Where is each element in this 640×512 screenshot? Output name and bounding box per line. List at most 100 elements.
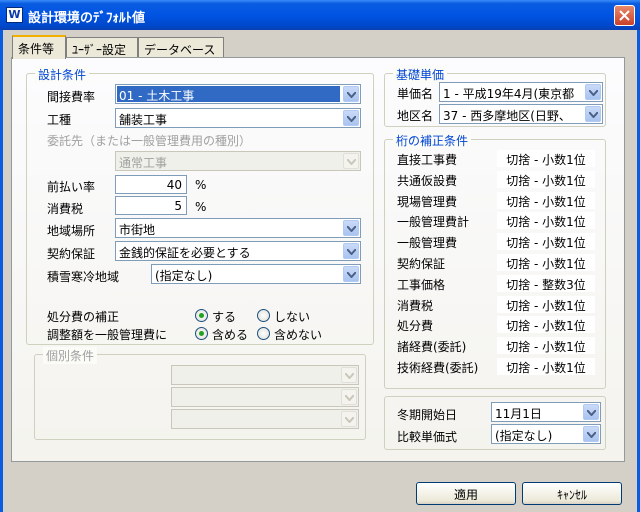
unit-price-value: 1 - 平成19年4月(東京都: [443, 87, 575, 101]
rounding-row-value[interactable]: 切捨 - 小数1位: [497, 150, 595, 167]
cancel-button[interactable]: ｷｬﾝｾﾙ: [522, 482, 622, 505]
rounding-row-value[interactable]: 切捨 - 小数1位: [497, 233, 595, 251]
adjustment-yes-label[interactable]: 含める: [212, 326, 248, 343]
snow-cold-label: 積雪寒冷地域: [47, 270, 120, 284]
dropdown-arrow-icon[interactable]: [585, 106, 601, 122]
rounding-row-value[interactable]: 切捨 - 小数1位: [497, 254, 595, 271]
apply-button[interactable]: 適用: [416, 482, 516, 505]
district-label: 地区名: [397, 109, 434, 123]
rounding-row-label: 現場管理費: [397, 194, 458, 209]
dropdown-arrow-icon[interactable]: [343, 153, 359, 169]
consignment-label: 委託先（または一般管理費用の種別）: [47, 134, 252, 148]
dropdown-arrow-icon[interactable]: [585, 84, 601, 100]
adjustment-no-label[interactable]: 含めない: [274, 326, 322, 343]
dropdown-arrow-icon[interactable]: [583, 404, 599, 420]
district-value: 37 - 西多摩地区(日野、: [443, 109, 571, 123]
rounding-row-label: 共通仮設費: [397, 173, 458, 188]
tab-conditions[interactable]: 条件等: [12, 35, 66, 59]
snow-cold-select[interactable]: (指定なし): [151, 264, 361, 284]
disposal-label: 処分費の補正: [47, 310, 120, 324]
rounding-row-label: 諸経費(委託): [397, 340, 467, 355]
dropdown-arrow-icon[interactable]: [343, 266, 359, 282]
individual-select-3[interactable]: [171, 409, 359, 429]
base-price-legend: 基礎単価: [393, 66, 448, 83]
rounding-row-label: 消費税: [397, 298, 434, 313]
tab-panel: 設計条件 間接費率 01 - 土木工事 工種 舗装工事 委託先（または一般管理費…: [11, 57, 625, 462]
work-type-select[interactable]: 舗装工事: [115, 108, 361, 128]
individual-select-2[interactable]: [171, 387, 359, 407]
window-frame-left: [0, 30, 3, 512]
rounding-legend: 桁の補正条件: [393, 132, 472, 149]
rounding-row-value[interactable]: 切捨 - 小数1位: [497, 212, 595, 230]
rounding-row-value[interactable]: 切捨 - 小数1位: [497, 295, 595, 313]
consumption-tax-input[interactable]: 5: [115, 196, 187, 215]
consignment-select[interactable]: 通常工事: [115, 151, 361, 171]
compare-value: (指定なし): [495, 429, 553, 443]
rounding-row-label: 一般管理費計: [397, 215, 470, 230]
guarantee-select[interactable]: 金銭的保証を必要とする: [115, 241, 361, 261]
rounding-row-label: 技術経費(委託): [397, 361, 479, 375]
advance-rate-label: 前払い率: [47, 180, 96, 194]
dropdown-arrow-icon[interactable]: [343, 220, 359, 236]
design-conditions-group: 設計条件 間接費率 01 - 土木工事 工種 舗装工事 委託先（または一般管理費…: [26, 66, 374, 345]
rounding-row-value[interactable]: 切捨 - 小数1位: [497, 316, 595, 334]
consignment-value: 通常工事: [119, 156, 168, 170]
rounding-row-label: 工事価格: [397, 277, 446, 292]
individual-conditions-group: 個別条件: [34, 347, 366, 440]
disposal-no-label[interactable]: しない: [274, 308, 310, 325]
snow-cold-value: (指定なし): [155, 269, 213, 283]
tab-database[interactable]: データベース: [138, 37, 224, 58]
advance-rate-unit: %: [195, 178, 207, 192]
dropdown-arrow-icon[interactable]: [343, 86, 359, 102]
unit-price-select[interactable]: 1 - 平成19年4月(東京都: [439, 82, 603, 102]
rounding-row-value[interactable]: 切捨 - 小数1位: [497, 191, 595, 209]
winter-start-select[interactable]: 11月1日: [491, 402, 601, 422]
title-bar[interactable]: W 設計環境のﾃﾞﾌｫﾙﾄ値: [0, 0, 640, 30]
dropdown-arrow-icon[interactable]: [341, 367, 357, 383]
compare-select[interactable]: (指定なし): [491, 424, 601, 444]
unit-price-label: 単価名: [397, 87, 434, 101]
work-type-label: 工種: [47, 113, 72, 127]
dropdown-arrow-icon[interactable]: [341, 389, 357, 405]
close-icon: [619, 10, 630, 21]
rounding-row-label: 処分費: [397, 319, 434, 334]
region-select[interactable]: 市街地: [115, 218, 361, 238]
rounding-row-label: 一般管理費: [397, 236, 458, 251]
guarantee-label: 契約保証: [47, 247, 96, 261]
disposal-yes-radio[interactable]: [195, 309, 208, 322]
indirect-rate-value: 01 - 土木工事: [117, 86, 340, 102]
app-icon: W: [6, 7, 23, 23]
base-price-group: 基礎単価 単価名 1 - 平成19年4月(東京都 地区名 37 - 西多摩地区(…: [384, 66, 606, 127]
tab-user-settings[interactable]: ﾕｰｻﾞｰ設定: [66, 37, 138, 58]
advance-rate-input[interactable]: 40: [115, 175, 187, 194]
close-button[interactable]: [614, 5, 635, 26]
dropdown-arrow-icon[interactable]: [341, 411, 357, 427]
district-select[interactable]: 37 - 西多摩地区(日野、: [439, 104, 603, 124]
rounding-row-value[interactable]: 切捨 - 整数3位: [497, 274, 595, 292]
dropdown-arrow-icon[interactable]: [343, 110, 359, 126]
dropdown-arrow-icon[interactable]: [583, 426, 599, 442]
design-conditions-legend: 設計条件: [35, 66, 90, 83]
work-type-value: 舗装工事: [119, 113, 168, 127]
disposal-no-radio[interactable]: [257, 309, 270, 322]
indirect-rate-select[interactable]: 01 - 土木工事: [115, 84, 361, 104]
guarantee-value: 金銭的保証を必要とする: [119, 246, 251, 260]
rounding-row-value[interactable]: 切捨 - 小数1位: [497, 170, 595, 188]
rounding-row-label: 直接工事費: [397, 153, 458, 167]
adjustment-yes-radio[interactable]: [195, 327, 208, 340]
winter-start-value: 11月1日: [495, 407, 542, 421]
dropdown-arrow-icon[interactable]: [343, 243, 359, 259]
individual-conditions-legend: 個別条件: [43, 347, 98, 364]
rounding-row-value[interactable]: 切捨 - 小数1位: [497, 358, 595, 375]
region-label: 地域場所: [47, 224, 96, 238]
disposal-yes-label[interactable]: する: [212, 308, 236, 325]
rounding-group: 桁の補正条件 直接工事費 切捨 - 小数1位 共通仮設費 切捨 - 小数1位 現場管理費…: [384, 132, 606, 389]
indirect-rate-label: 間接費率: [47, 90, 96, 104]
rounding-row-value[interactable]: 切捨 - 小数1位: [497, 337, 595, 355]
winter-group: 冬期開始日 11月1日 比較単価式 (指定なし): [384, 396, 606, 450]
adjustment-no-radio[interactable]: [257, 327, 270, 340]
consumption-tax-unit: %: [195, 200, 207, 214]
compare-label: 比較単価式: [397, 430, 458, 444]
rounding-row-label: 契約保証: [397, 257, 446, 271]
individual-select-1[interactable]: [171, 365, 359, 385]
